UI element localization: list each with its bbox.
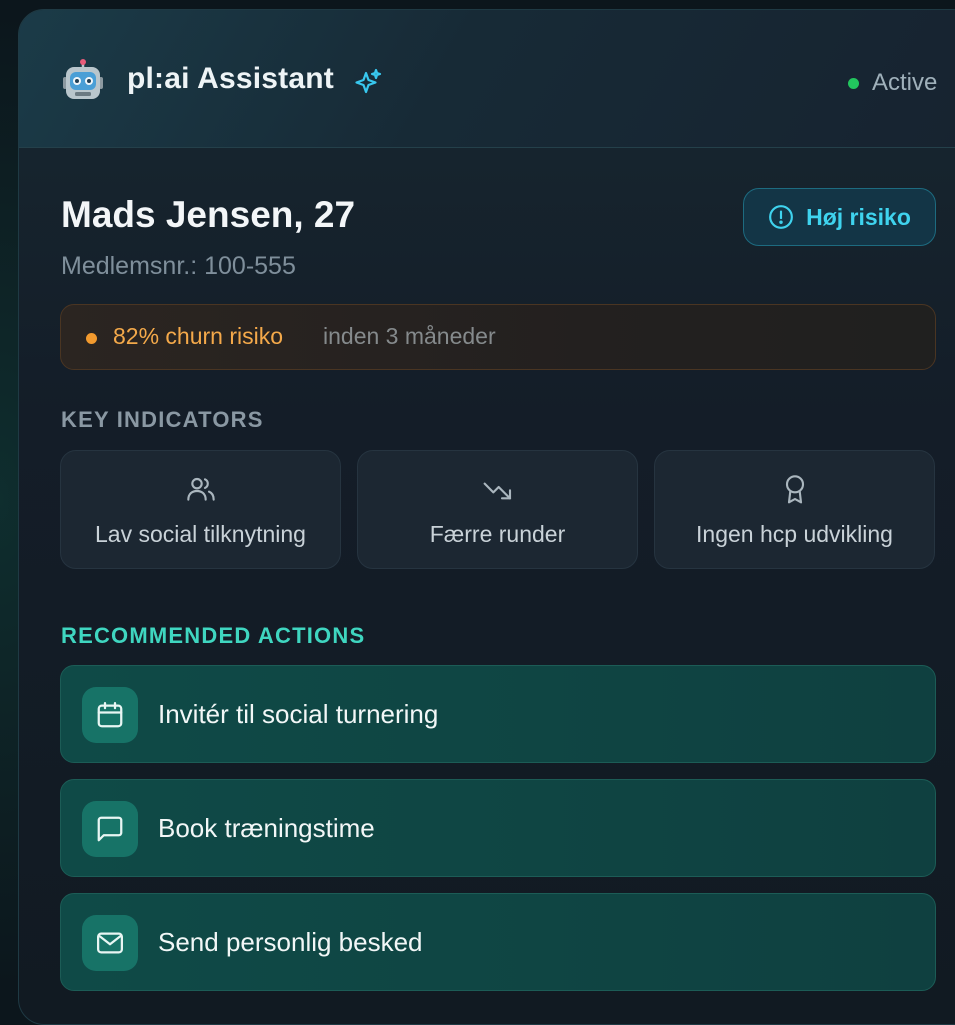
- action-label: Invitér til social turnering: [158, 699, 439, 729]
- risk-badge[interactable]: Høj risiko: [743, 188, 936, 246]
- action-icon-box: [82, 801, 138, 857]
- message-square-icon: [97, 816, 123, 842]
- calendar-icon: [97, 702, 123, 728]
- trending-down-icon: [483, 482, 511, 500]
- key-indicators-heading: KEY INDICATORS: [61, 407, 264, 432]
- indicator-label: Færre runder: [429, 521, 566, 547]
- award-icon: [785, 475, 804, 504]
- member-id: Medlemsnr.: 100-555: [61, 252, 296, 280]
- action-label: Send personlig besked: [158, 927, 423, 957]
- churn-headline: 82% churn risiko: [113, 323, 284, 349]
- users-icon: [186, 477, 215, 501]
- member-name: Mads Jensen, 27: [61, 194, 356, 235]
- indicator-card-handicap: Ingen hcp udvikling: [654, 450, 935, 569]
- indicator-card-rounds: Færre runder: [357, 450, 638, 569]
- mail-icon: [97, 932, 123, 954]
- recommended-actions-heading: RECOMMENDED ACTIONS: [61, 623, 366, 648]
- churn-risk-banner: 82% churn risiko inden 3 måneder: [60, 304, 936, 370]
- indicator-label: Lav social tilknytning: [95, 521, 306, 547]
- alert-circle-icon: [769, 205, 794, 229]
- churn-detail: inden 3 måneder: [323, 323, 496, 349]
- sparkle-icon: [355, 68, 382, 94]
- action-send-personal-message[interactable]: Send personlig besked: [60, 893, 936, 991]
- assistant-card: pl:ai Assistant Active Mads Jensen, 27 M…: [18, 9, 955, 1025]
- action-label: Book træningstime: [158, 813, 375, 843]
- card-header: pl:ai Assistant Active: [19, 10, 955, 148]
- robot-icon: [63, 59, 103, 99]
- app-title: pl:ai Assistant: [127, 62, 334, 95]
- action-icon-box: [82, 687, 138, 743]
- action-icon-box: [82, 915, 138, 971]
- action-book-training[interactable]: Book træningstime: [60, 779, 936, 877]
- status-label: Active: [872, 69, 938, 96]
- indicator-label: Ingen hcp udvikling: [696, 521, 893, 547]
- action-invite-social-tournament[interactable]: Invitér til social turnering: [60, 665, 936, 763]
- status-indicator-dot: [848, 78, 859, 89]
- risk-badge-label: Høj risiko: [806, 203, 911, 230]
- churn-dot: [86, 333, 97, 344]
- indicator-card-social: Lav social tilknytning: [60, 450, 341, 569]
